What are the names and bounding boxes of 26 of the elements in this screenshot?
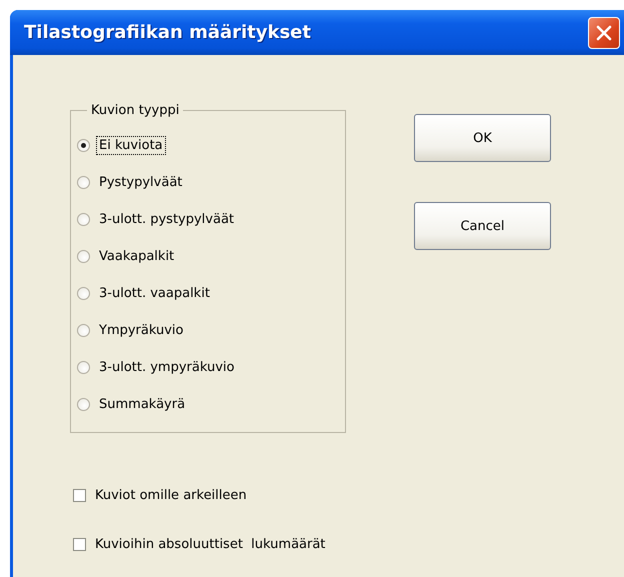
radio-label[interactable]: 3-ulott. pystypylväät <box>96 210 238 228</box>
radio-label[interactable]: Ympyräkuvio <box>96 320 186 340</box>
radio-label[interactable]: Vaakapalkit <box>96 246 178 266</box>
checkbox[interactable] <box>73 538 86 551</box>
radio-label[interactable]: 3-ulott. ympyräkuvio <box>96 358 238 376</box>
radio-button[interactable] <box>77 286 90 300</box>
radio-button[interactable] <box>77 250 90 262</box>
radio-label[interactable]: Summakäyrä <box>96 394 188 414</box>
radio-button[interactable] <box>77 212 90 226</box>
close-icon <box>595 24 613 42</box>
window-title: Tilastografiikan määritykset <box>24 22 311 43</box>
radio-button[interactable] <box>77 138 90 152</box>
radio-button[interactable] <box>77 176 90 188</box>
checkbox-label[interactable]: Kuviot omille arkeilleen <box>95 488 247 503</box>
radio-label[interactable]: 3-ulott. vaapalkit <box>96 284 213 302</box>
close-button[interactable] <box>588 16 620 48</box>
radio-button[interactable] <box>77 360 90 374</box>
radio-label[interactable]: Pystypylväät <box>96 172 186 192</box>
radio-button[interactable] <box>77 324 90 336</box>
ok-button[interactable]: OK <box>414 114 551 162</box>
radio-button[interactable] <box>77 398 90 410</box>
cancel-button[interactable]: Cancel <box>414 202 551 250</box>
radio-label[interactable]: Ei kuviota <box>96 136 166 154</box>
checkbox-label[interactable]: Kuvioihin absoluuttiset lukumäärät <box>95 537 326 552</box>
group-title: Kuvion tyyppi <box>90 103 180 118</box>
checkbox[interactable] <box>73 489 86 502</box>
